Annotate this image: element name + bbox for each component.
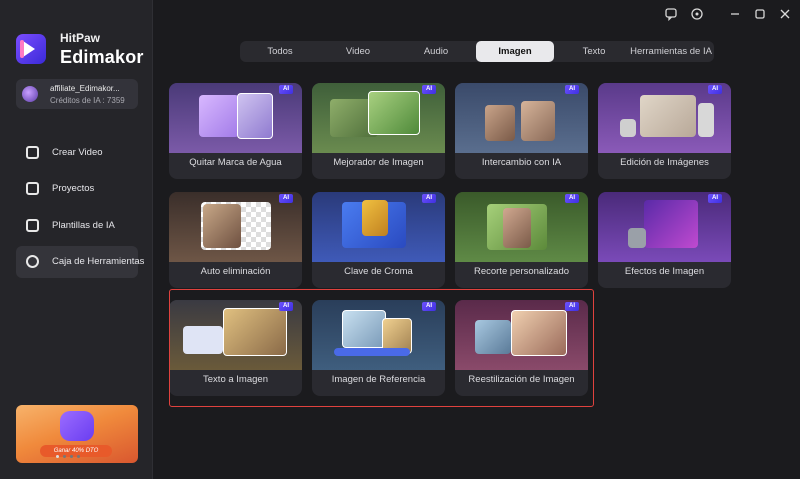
tab-video[interactable]: Video — [320, 41, 396, 62]
preview-image — [698, 103, 714, 137]
tool-label: Edición de Imágenes — [620, 157, 709, 168]
preview-image — [521, 101, 555, 141]
tab-todos[interactable]: Todos — [240, 41, 320, 62]
ai-badge: AI — [565, 194, 579, 203]
preview-image — [203, 204, 241, 248]
preview-image — [362, 200, 388, 236]
category-tabs: Todos Video Audio Imagen Texto Herramien… — [240, 41, 714, 62]
tool-card-auto-eliminacion[interactable]: AI Auto eliminación — [169, 192, 302, 288]
carousel-dot[interactable] — [70, 455, 73, 458]
carousel-dot[interactable] — [77, 455, 80, 458]
carousel-dot[interactable] — [56, 455, 59, 458]
preview-image — [199, 95, 239, 137]
tool-label: Efectos de Imagen — [624, 266, 705, 277]
ai-badge: AI — [279, 194, 293, 203]
nav-label: Crear Video — [52, 147, 103, 158]
tool-label: Intercambio con IA — [481, 157, 562, 168]
minimize-icon[interactable] — [728, 7, 742, 21]
nav-label: Caja de Herramientas — [52, 256, 145, 267]
tool-card-intercambio[interactable]: AI Intercambio con IA — [455, 83, 588, 179]
ai-badge: AI — [708, 85, 722, 94]
preview-image — [640, 95, 696, 137]
ai-credits: Créditos de IA : 7359 — [50, 96, 125, 105]
carousel-dot[interactable] — [63, 455, 66, 458]
nav-label: Proyectos — [52, 183, 95, 194]
avatar — [22, 86, 38, 102]
tool-card-efectos[interactable]: AI Efectos de Imagen — [598, 192, 731, 288]
sidebar: HitPaw Edimakor affiliate_Edimakor... Cr… — [0, 0, 153, 479]
nav-item-proyectos[interactable]: Proyectos — [16, 173, 138, 205]
preview-image — [485, 105, 515, 141]
preview-image — [368, 91, 420, 135]
brand-name: Edimakor — [60, 47, 144, 67]
tool-label: Quitar Marca de Agua — [189, 157, 282, 168]
tab-audio[interactable]: Audio — [396, 41, 476, 62]
tool-label: Mejorador de Imagen — [333, 157, 424, 168]
preview-image — [503, 208, 531, 248]
ai-badge: AI — [279, 85, 293, 94]
highlight-box — [169, 289, 594, 407]
preview-image — [620, 119, 636, 137]
feedback-icon[interactable] — [664, 7, 678, 22]
tab-herramientas-ia[interactable]: Herramientas de IA — [628, 41, 714, 62]
close-icon[interactable] — [778, 7, 792, 21]
folder-icon — [26, 182, 39, 195]
template-icon — [26, 219, 39, 232]
mascot-icon — [60, 411, 94, 441]
account-name: affiliate_Edimakor... — [50, 84, 120, 93]
tool-card-edicion[interactable]: AI Edición de Imágenes — [598, 83, 731, 179]
nav-label: Plantillas de IA — [52, 220, 115, 231]
ai-badge: AI — [422, 85, 436, 94]
nav-item-crear-video[interactable]: Crear Video — [16, 137, 138, 169]
tool-label: Recorte personalizado — [473, 266, 570, 277]
tool-label: Auto eliminación — [200, 266, 271, 277]
tab-imagen[interactable]: Imagen — [476, 41, 554, 62]
tool-card-quitar-marca[interactable]: AI Quitar Marca de Agua — [169, 83, 302, 179]
account-panel[interactable]: affiliate_Edimakor... Créditos de IA : 7… — [16, 79, 138, 109]
video-icon — [26, 146, 39, 159]
preview-image — [628, 228, 646, 248]
carousel-dots — [56, 455, 80, 458]
preview-image — [644, 200, 698, 248]
brand-top: HitPaw — [60, 31, 101, 45]
toolbox-icon — [26, 255, 39, 268]
edimakor-logo-icon — [16, 34, 46, 64]
tab-texto[interactable]: Texto — [554, 41, 634, 62]
tool-label: Clave de Croma — [344, 266, 413, 277]
preview-image — [237, 93, 273, 139]
nav-item-plantillas[interactable]: Plantillas de IA — [16, 210, 138, 242]
ai-badge: AI — [708, 194, 722, 203]
nav-item-caja-herramientas[interactable]: Caja de Herramientas — [16, 246, 144, 278]
ai-badge: AI — [565, 85, 579, 94]
ai-badge: AI — [422, 194, 436, 203]
settings-icon[interactable] — [690, 7, 704, 21]
tool-card-mejorador[interactable]: AI Mejorador de Imagen — [312, 83, 445, 179]
maximize-icon[interactable] — [753, 7, 767, 21]
tool-card-clave-croma[interactable]: AI Clave de Croma — [312, 192, 445, 288]
tool-card-recorte[interactable]: AI Recorte personalizado — [455, 192, 588, 288]
